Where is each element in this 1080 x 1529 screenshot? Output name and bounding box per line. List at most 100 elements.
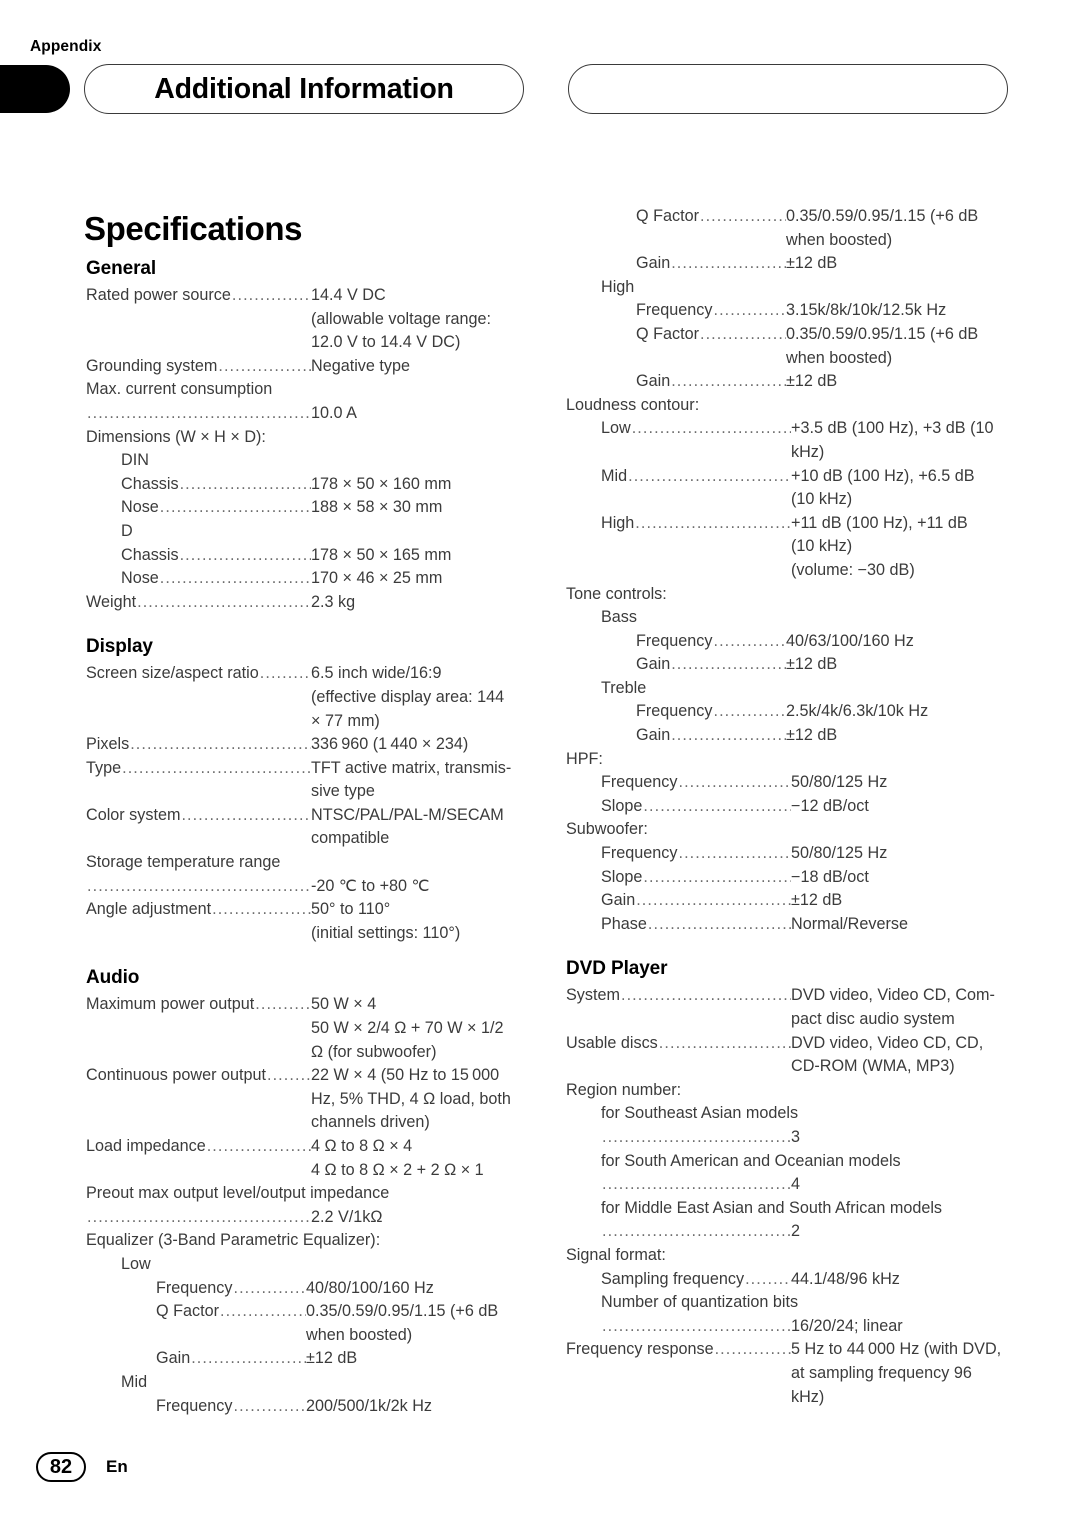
spec-label: Continuous power output bbox=[86, 1066, 266, 1085]
spec-row: ........................................… bbox=[86, 875, 530, 899]
dot-leader: ........................................… bbox=[643, 867, 791, 886]
dot-leader: ........................................… bbox=[658, 1033, 791, 1052]
spec-row: Low.....................................… bbox=[566, 417, 1010, 441]
spec-row: Slope...................................… bbox=[566, 795, 1010, 819]
spec-value: -20 ℃ to +80 ℃ bbox=[311, 876, 430, 895]
spec-row: for Middle East Asian and South African … bbox=[566, 1197, 1010, 1221]
spec-value: when boosted) bbox=[306, 1325, 413, 1344]
spec-row: Gain....................................… bbox=[566, 370, 1010, 394]
spec-value: ±12 dB bbox=[791, 891, 843, 910]
spec-value: 3.15k/8k/10k/12.5k Hz bbox=[786, 301, 947, 320]
spec-row: Mid.....................................… bbox=[566, 465, 1010, 489]
spec-label: Mid bbox=[601, 466, 628, 485]
dot-leader: ........................................… bbox=[259, 664, 311, 683]
spec-value: 6.5 inch wide/16:9 bbox=[311, 664, 442, 683]
spec-row: Subwoofer: bbox=[566, 818, 1010, 842]
spec-value: 16/20/24; linear bbox=[791, 1316, 903, 1335]
spec-row: Q Factor................................… bbox=[566, 205, 1010, 229]
dot-leader: ........................................… bbox=[602, 1316, 791, 1335]
spec-row: Bass bbox=[566, 606, 1010, 630]
spec-row: D bbox=[86, 520, 530, 544]
spec-row: ........................................… bbox=[86, 1206, 530, 1230]
spec-label: for Middle East Asian and South African … bbox=[601, 1198, 943, 1217]
dot-leader: ........................................… bbox=[678, 844, 791, 863]
spec-value: 2.2 V/1kΩ bbox=[311, 1207, 383, 1226]
spec-label: Chassis bbox=[121, 474, 179, 493]
spec-row: (10 kHz) bbox=[566, 535, 1010, 559]
dot-leader: ........................................… bbox=[699, 207, 786, 225]
spec-row: Phase...................................… bbox=[566, 913, 1010, 937]
spec-label: Angle adjustment bbox=[86, 900, 212, 919]
spec-value: × 77 mm) bbox=[311, 711, 380, 730]
spec-label: High bbox=[601, 513, 635, 532]
page-footer: 82 En bbox=[36, 1452, 128, 1482]
spec-row: Q Factor................................… bbox=[566, 323, 1010, 347]
spec-row: Region number: bbox=[566, 1079, 1010, 1103]
dot-leader: ........................................… bbox=[137, 592, 311, 611]
spec-label: Treble bbox=[601, 678, 647, 697]
right-column: Q Factor................................… bbox=[566, 205, 1010, 1409]
spec-label: DIN bbox=[121, 451, 149, 470]
spec-label: Frequency bbox=[636, 702, 713, 721]
spec-value: Ω (for subwoofer) bbox=[311, 1042, 437, 1061]
spec-value: kHz) bbox=[791, 1387, 825, 1406]
spec-row: Maximum power output....................… bbox=[86, 993, 530, 1017]
spec-value: 0.35/0.59/0.95/1.15 (+6 dB bbox=[306, 1302, 499, 1321]
spec-row: Mid bbox=[86, 1371, 530, 1395]
spec-value: when boosted) bbox=[786, 348, 893, 367]
spec-label: Dimensions (W × H × D): bbox=[86, 427, 266, 446]
spec-value: 2.3 kg bbox=[311, 592, 356, 611]
spec-row: Frequency...............................… bbox=[566, 299, 1010, 323]
dot-leader: ........................................… bbox=[671, 655, 786, 674]
dot-leader: ........................................… bbox=[602, 1175, 791, 1194]
spec-value: +10 dB (100 Hz), +6.5 dB bbox=[791, 466, 975, 485]
spec-row: System..................................… bbox=[566, 984, 1010, 1008]
spec-row: Number of quantization bits bbox=[566, 1291, 1010, 1315]
spec-label: Number of quantization bits bbox=[601, 1293, 799, 1312]
spec-value: 200/500/1k/2k Hz bbox=[306, 1396, 432, 1415]
spec-value: 50/80/125 Hz bbox=[791, 773, 888, 792]
spec-row: Preout max output level/output impedance bbox=[86, 1182, 530, 1206]
dot-leader: ........................................… bbox=[602, 1222, 791, 1241]
spec-value: kHz) bbox=[791, 442, 825, 461]
spec-label: Subwoofer: bbox=[566, 820, 648, 839]
spec-row: Nose....................................… bbox=[86, 496, 530, 520]
spec-value: 0.35/0.59/0.95/1.15 (+6 dB bbox=[786, 207, 979, 225]
spec-row: 50 W × 2/4 Ω + 70 W × 1/2 bbox=[86, 1017, 530, 1041]
spec-label: Load impedance bbox=[86, 1137, 206, 1155]
spec-value: (initial settings: 110°) bbox=[311, 923, 461, 942]
spec-row: Rated power source......................… bbox=[86, 284, 530, 308]
spec-row: sive type bbox=[86, 780, 530, 804]
spec-value: 44.1/48/96 kHz bbox=[791, 1269, 900, 1288]
spec-label: Gain bbox=[636, 372, 671, 391]
spec-value: 4 bbox=[791, 1175, 801, 1194]
spec-row: Gain....................................… bbox=[86, 1347, 530, 1371]
spec-row: Gain....................................… bbox=[566, 724, 1010, 748]
spec-row: at sampling frequency 96 bbox=[566, 1362, 1010, 1386]
spec-label: Frequency bbox=[156, 1278, 233, 1297]
spec-value: (10 kHz) bbox=[791, 490, 853, 509]
spec-row: Load impedance..........................… bbox=[86, 1135, 530, 1159]
spec-value: ±12 dB bbox=[786, 655, 838, 674]
spec-label: Gain bbox=[636, 655, 671, 674]
dot-leader: ........................................… bbox=[87, 1207, 311, 1226]
spec-value: −12 dB/oct bbox=[791, 796, 869, 815]
spec-label: Phase bbox=[601, 914, 647, 933]
spec-value: ±12 dB bbox=[786, 726, 838, 745]
spec-label: Tone controls: bbox=[566, 584, 667, 603]
spec-label: Max. current consumption bbox=[86, 380, 273, 399]
spec-row: (volume: −30 dB) bbox=[566, 559, 1010, 583]
spec-row: compatible bbox=[86, 827, 530, 851]
spec-value: 22 W × 4 (50 Hz to 15 000 bbox=[311, 1066, 500, 1085]
spec-row: Ω (for subwoofer) bbox=[86, 1041, 530, 1065]
spec-value: compatible bbox=[311, 829, 390, 848]
spec-row: ........................................… bbox=[566, 1220, 1010, 1244]
spec-label: D bbox=[121, 521, 133, 540]
dot-leader: ........................................… bbox=[714, 1340, 791, 1359]
spec-value: +11 dB (100 Hz), +11 dB bbox=[791, 513, 968, 532]
dot-leader: ........................................… bbox=[233, 1278, 306, 1297]
spec-label: Frequency bbox=[636, 301, 713, 320]
spec-row: (effective display area: 144 bbox=[86, 686, 530, 710]
spec-row: ........................................… bbox=[566, 1126, 1010, 1150]
spec-row: Frequency...............................… bbox=[86, 1277, 530, 1301]
